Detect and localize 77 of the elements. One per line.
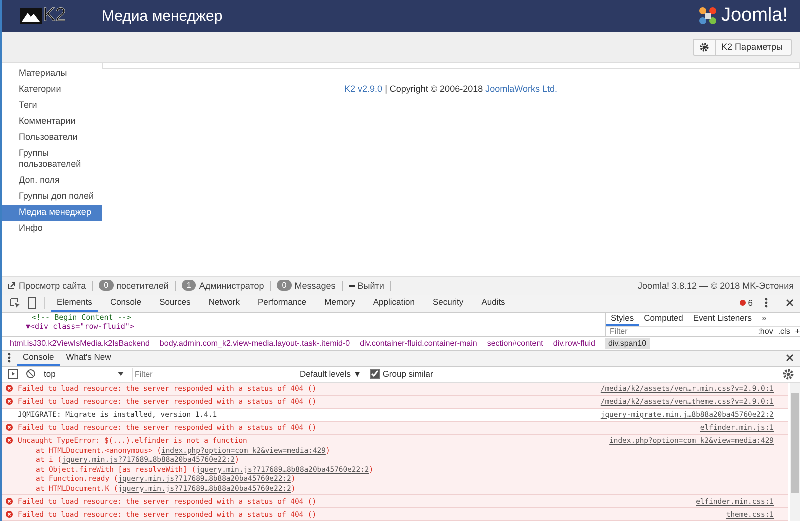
error-icon — [6, 498, 13, 504]
status-count-link[interactable]: 1 Администратор — [182, 280, 264, 291]
drawer-tab[interactable]: Console — [17, 350, 60, 366]
external-link-icon — [8, 282, 16, 290]
count-badge: 0 — [99, 280, 114, 291]
drawer-tab[interactable]: What's New — [60, 350, 118, 366]
error-icon — [740, 300, 746, 306]
devtools-tab[interactable]: Security — [426, 294, 470, 312]
breadcrumb-item[interactable]: html.isJ30.k2ViewIsMedia.k2IsBackend — [10, 338, 150, 348]
breadcrumb-item[interactable]: div.row-fluid — [553, 338, 596, 348]
levels-dropdown[interactable]: Default levels ▼ — [300, 369, 362, 379]
devtools-tab[interactable]: Application — [367, 294, 421, 312]
context-dropdown[interactable]: top — [44, 369, 124, 379]
breadcrumb-item[interactable]: div.container-fluid.container-main — [360, 338, 478, 348]
status-count-link[interactable]: 0 посетителей — [99, 280, 169, 291]
breadcrumb-item[interactable]: div.span10 — [605, 338, 650, 348]
styles-action[interactable]: + — [795, 327, 800, 336]
sidebar-item[interactable]: Группы доп полей — [2, 189, 99, 205]
devtools-tab[interactable]: Audits — [476, 294, 512, 312]
status-count-link[interactable]: 0 Messages — [277, 280, 336, 291]
error-icon — [6, 437, 13, 444]
more-tabs-button[interactable]: » — [756, 312, 772, 326]
error-icon — [6, 385, 13, 392]
devtools-tab[interactable]: Elements — [51, 294, 98, 312]
clear-icon[interactable] — [26, 369, 36, 379]
styles-tab[interactable]: Computed — [639, 312, 688, 326]
close-icon[interactable] — [786, 354, 794, 362]
inspect-icon[interactable] — [10, 298, 21, 308]
scrollbar[interactable] — [790, 382, 800, 521]
version-copyright-text: Joomla! 3.8.12 — © 2018 MK-Эстония — [638, 280, 794, 290]
settings-icon[interactable] — [783, 368, 794, 380]
settings-icon — [700, 42, 709, 52]
dropdown-arrow-icon — [118, 372, 124, 376]
sidebar-item[interactable]: Комментарии — [2, 114, 99, 130]
devtools-tab[interactable]: Sources — [154, 294, 197, 312]
breadcrumb-item[interactable]: body.admin.com_k2.view-media.layout-.task-.itemid-0 — [160, 338, 350, 348]
page-title: Медиа менеджер — [102, 8, 223, 24]
version-link[interactable]: K2 v2.9.0 — [344, 84, 383, 94]
sidebar-item[interactable]: Доп. поля — [2, 173, 99, 189]
styles-filter-field[interactable]: Filter — [606, 327, 754, 336]
mountain-logo-icon — [20, 8, 42, 24]
devtools-tab[interactable]: Memory — [318, 294, 362, 312]
view-site-link[interactable]: Просмотр сайта — [8, 280, 86, 290]
sidebar-toggle-icon[interactable] — [8, 369, 18, 379]
sidebar-item[interactable]: Категории — [2, 82, 99, 98]
sidebar-item[interactable]: Теги — [2, 98, 99, 114]
sidebar-item[interactable]: Группы пользователей — [2, 146, 99, 173]
minus-icon — [348, 284, 355, 286]
count-badge: 1 — [182, 280, 196, 291]
k2-logo-text: K2 — [43, 5, 66, 27]
styles-tab[interactable]: Event Listeners — [688, 312, 757, 326]
footer-text: K2 v2.9.0 | Copyright © 2006-2018 JoomlaWorks Ltd. — [344, 84, 558, 94]
sidebar-item[interactable]: Медиа менеджер — [2, 205, 102, 221]
brand-text: Joomla! — [721, 5, 788, 27]
more-icon[interactable] — [765, 298, 768, 308]
close-icon[interactable] — [786, 299, 794, 307]
company-link[interactable]: JoomlaWorks Ltd. — [486, 84, 558, 94]
breadcrumb-item[interactable]: section#content — [487, 338, 544, 348]
flower-logo-icon — [698, 6, 718, 26]
device-icon[interactable] — [27, 297, 38, 309]
more-icon[interactable] — [8, 353, 11, 363]
error-icon — [6, 510, 13, 518]
devtools-tab[interactable]: Performance — [252, 294, 313, 312]
error-icon — [6, 398, 13, 405]
sidebar-item[interactable]: Пользователи — [2, 130, 99, 146]
devtools-tab[interactable]: Network — [202, 294, 246, 312]
sidebar-item[interactable]: Инфо — [2, 221, 99, 237]
styles-action[interactable]: .cls — [778, 327, 790, 336]
group-similar-checkbox[interactable]: Group similar — [370, 369, 434, 379]
logout-link[interactable]: Выйти — [348, 280, 384, 290]
sidebar-item[interactable]: Материалы — [2, 66, 99, 82]
count-badge: 0 — [277, 280, 292, 291]
devtools-tab[interactable]: Console — [104, 294, 148, 312]
k2-settings-button[interactable]: K2 Параметры — [692, 38, 792, 56]
error-count[interactable]: 6 — [740, 298, 753, 308]
error-icon — [6, 424, 13, 431]
styles-action[interactable]: :hov — [758, 327, 774, 336]
